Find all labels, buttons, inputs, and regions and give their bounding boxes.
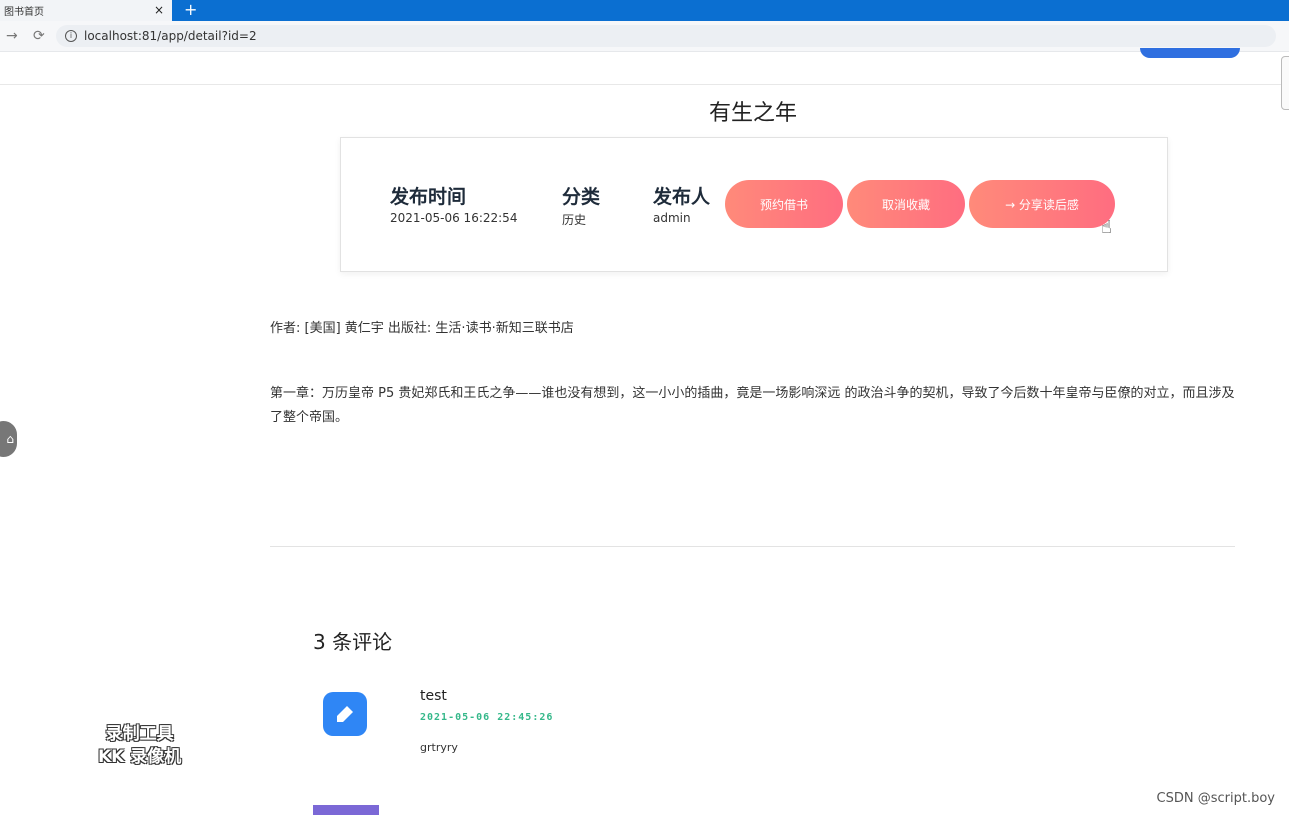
edit-icon: [337, 706, 353, 722]
tab-close-icon[interactable]: ×: [154, 0, 164, 21]
recorder-line-1: 录制工具: [105, 724, 174, 744]
publish-time-block: 发布时间 2021-05-06 16:22:54: [390, 182, 517, 225]
hand-cursor-icon: ☝: [1101, 217, 1112, 238]
publish-time-label: 发布时间: [390, 186, 467, 208]
publish-time-value: 2021-05-06 16:22:54: [390, 211, 518, 225]
browser-tab[interactable]: 图书首页 ×: [0, 0, 172, 21]
author-publisher-line: 作者: [美国] 黄仁宇 出版社: 生活·读书·新知三联书店: [270, 321, 574, 336]
section-divider: [270, 546, 1235, 547]
unfavorite-button[interactable]: 取消收藏: [847, 180, 965, 228]
new-tab-button[interactable]: +: [184, 0, 197, 20]
comment-timestamp: 2021-05-06 22:45:26: [420, 712, 554, 723]
comment-username: test: [420, 688, 447, 704]
share-review-button[interactable]: → 分享读后感: [969, 180, 1115, 228]
floating-home-icon[interactable]: ⌂: [0, 421, 17, 457]
category-block: 分类 历史: [562, 182, 600, 228]
book-info-card: 发布时间 2021-05-06 16:22:54 分类 历史 发布人 admin…: [340, 137, 1168, 272]
comment-count-heading: 3 条评论: [313, 630, 393, 654]
recorder-line-2: KK 录像机: [98, 747, 182, 767]
comment-text: grtryry: [420, 741, 458, 754]
publisher-value: admin: [653, 211, 691, 225]
browser-tab-bar: 图书首页 × +: [0, 0, 1289, 21]
second-avatar: [313, 805, 379, 815]
publisher-label: 发布人: [653, 186, 711, 208]
book-title: 有生之年: [708, 101, 797, 126]
site-nav-button[interactable]: [1140, 48, 1240, 58]
category-value: 历史: [562, 213, 587, 227]
tab-title: 图书首页: [4, 7, 44, 18]
csdn-watermark: CSDN @script.boy: [1156, 791, 1275, 806]
category-label: 分类: [562, 186, 601, 208]
publisher-block: 发布人 admin: [653, 182, 710, 225]
reserve-borrow-button[interactable]: 预约借书: [725, 180, 843, 228]
address-bar[interactable]: i localhost:81/app/detail?id=2: [56, 25, 1276, 47]
chapter-excerpt: 第一章：万历皇帝 P5 贵妃郑氏和王氏之争——谁也没有想到，这一小小的插曲，竟是…: [270, 386, 1235, 425]
forward-icon[interactable]: →: [6, 21, 18, 51]
reload-icon[interactable]: ⟳: [33, 21, 45, 51]
info-icon[interactable]: i: [65, 30, 77, 42]
site-nav: [0, 48, 1289, 85]
avatar: [323, 692, 367, 736]
browser-toolbar: → ⟳ i localhost:81/app/detail?id=2: [0, 21, 1289, 52]
recorder-watermark: 录制工具 KK 录像机: [98, 723, 181, 769]
url-text[interactable]: localhost:81/app/detail?id=2: [84, 25, 257, 47]
